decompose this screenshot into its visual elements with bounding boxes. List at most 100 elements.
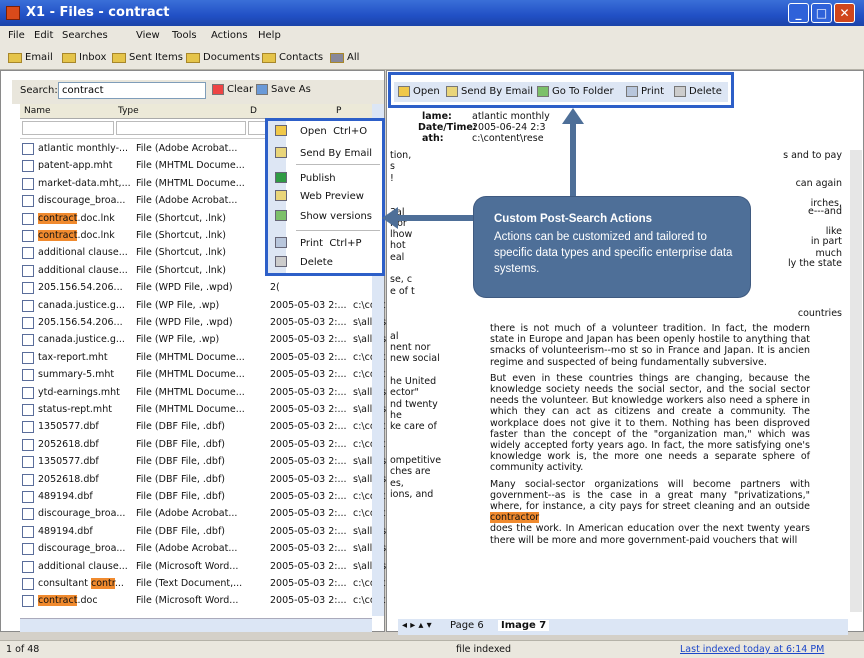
printer-icon — [626, 86, 638, 97]
cell-name: 205.156.54.206... — [38, 317, 123, 328]
table-row[interactable]: ytd-earnings.mht File (MHTML Docume... 200… — [20, 385, 386, 402]
menu-tools[interactable]: Tools — [172, 30, 197, 41]
menu-searches[interactable]: Searches — [62, 30, 108, 41]
doc-fragment: ions, and — [390, 489, 434, 500]
table-row[interactable]: 2052618.dbf File (DBF File, .dbf) 2005-05-… — [20, 437, 385, 454]
menu-edit[interactable]: Edit — [34, 30, 53, 41]
cell-type: File (MHTML Docume... — [136, 160, 245, 172]
folder-icon — [62, 52, 76, 63]
send-by-email-button[interactable]: Send By Email — [446, 86, 533, 97]
file-icon — [22, 299, 34, 312]
go-to-folder-button[interactable]: Go To Folder — [537, 86, 614, 97]
file-icon — [22, 230, 34, 242]
filter-type[interactable] — [116, 121, 246, 135]
cm-send-by-email[interactable]: Send By Email — [300, 148, 372, 159]
menu-file[interactable]: File — [8, 30, 25, 41]
col-name[interactable]: Name — [24, 106, 51, 116]
cm-show-versions[interactable]: Show versions — [300, 211, 372, 222]
table-row[interactable]: consultant contr... File (Text Document,.… — [20, 576, 385, 593]
menu-view[interactable]: View — [136, 30, 160, 41]
callout-arrowhead-left — [382, 207, 398, 229]
cm-publish[interactable]: Publish — [300, 173, 336, 184]
cm-print[interactable]: Print Ctrl+P — [300, 238, 362, 249]
cell-date: 2005-05-03 2:... — [270, 595, 347, 607]
tab-image-7[interactable]: Image 7 — [498, 620, 550, 631]
table-row[interactable]: 205.156.54.206... File (WPD File, .wpd) 2( — [20, 280, 372, 297]
table-row[interactable]: contract.doc File (Microsoft Word... 2005-… — [20, 593, 385, 610]
cell-type: File (WPD File, .wpd) — [136, 282, 233, 294]
column-header — [20, 104, 372, 119]
table-row[interactable]: discourage_broa... File (Adobe Acrobat...… — [20, 541, 386, 558]
qb-all[interactable]: All — [330, 52, 359, 63]
cm-web-preview[interactable]: Web Preview — [300, 191, 364, 202]
meta-date-label: Date/Time: — [418, 122, 477, 133]
table-row[interactable]: 489194.dbf File (DBF File, .dbf) 2005-05-0… — [20, 524, 386, 541]
last-indexed-link[interactable]: Last indexed today at 6:14 PM — [680, 644, 824, 655]
file-icon — [22, 421, 34, 434]
cell-date: 2005-05-03 2:... — [270, 317, 347, 328]
cell-type: File (DBF File, .dbf) — [136, 525, 226, 537]
qb-sent-items[interactable]: Sent Items — [112, 52, 183, 63]
menu-help[interactable]: Help — [258, 30, 281, 41]
doc-fragment: ches are — [390, 466, 431, 478]
cell-name: contract.doc.lnk — [38, 212, 115, 224]
clear-icon — [212, 84, 224, 95]
print-button[interactable]: Print — [626, 86, 664, 97]
qb-email[interactable]: Email — [8, 52, 53, 63]
cell-name: summary-5.mht — [38, 369, 115, 381]
delete-icon — [275, 256, 287, 267]
cell-name: ytd-earnings.mht — [38, 386, 120, 398]
table-row[interactable]: tax-report.mht File (MHTML Docume... 2005-… — [20, 350, 385, 367]
col-date[interactable]: D — [250, 106, 257, 116]
doc-fragment: s — [390, 161, 395, 173]
doc-fragment: he — [390, 409, 402, 421]
left-horizontal-scrollbar[interactable] — [20, 618, 372, 632]
close-button[interactable]: ✕ — [834, 3, 855, 23]
table-row[interactable]: 205.156.54.206... File (WPD File, .wpd) 20… — [20, 315, 386, 332]
table-row[interactable]: 489194.dbf File (DBF File, .dbf) 2005-05-0… — [20, 489, 385, 506]
doc-paragraph: does the work. In American education ove… — [490, 523, 810, 546]
table-row[interactable]: 1350577.dbf File (DBF File, .dbf) 2005-05-… — [20, 419, 385, 436]
table-row[interactable]: status-rept.mht File (MHTML Docume... 2005… — [20, 402, 386, 419]
table-row[interactable]: 1350577.dbf File (DBF File, .dbf) 2005-05-… — [20, 454, 386, 471]
maximize-button[interactable]: □ — [811, 3, 832, 23]
doc-fragment: he United — [390, 376, 437, 387]
cm-delete[interactable]: Delete — [300, 257, 333, 268]
open-button[interactable]: Open — [398, 86, 440, 97]
menu-bar: File Edit Searches View Tools Actions He… — [0, 26, 864, 46]
folder-icon — [186, 52, 200, 63]
tab-nav-arrows[interactable]: ◂ ▸ ▴ ▾ — [402, 620, 432, 631]
preview-scrollbar[interactable] — [850, 150, 862, 612]
table-row[interactable]: 2052618.dbf File (DBF File, .dbf) 2005-05-… — [20, 472, 386, 489]
callout-arrow-up — [570, 120, 576, 200]
doc-fragment: ompetitive — [390, 455, 442, 467]
table-row[interactable]: canada.justice.g... File (WP File, .wp) 20… — [20, 332, 386, 349]
cell-date: 2005-05-03 2:... — [270, 386, 347, 398]
table-row[interactable]: discourage_broa... File (Adobe Acrobat...… — [20, 506, 385, 523]
delete-button[interactable]: Delete — [674, 86, 722, 97]
tab-page-6[interactable]: Page 6 — [450, 620, 484, 631]
menu-actions[interactable]: Actions — [211, 30, 248, 41]
doc-paragraph: But even in these countries things are c… — [490, 372, 810, 474]
clear-button[interactable]: Clear — [212, 84, 253, 95]
table-row[interactable]: additional clause... File (Microsoft Word… — [20, 559, 386, 576]
qb-documents[interactable]: Documents — [186, 52, 260, 63]
cm-open[interactable]: Open Ctrl+O — [300, 126, 367, 137]
cell-type: File (MHTML Docume... — [136, 386, 245, 398]
table-row[interactable]: summary-5.mht File (MHTML Docume... 2005-0… — [20, 367, 385, 384]
filter-name[interactable] — [22, 121, 114, 135]
doc-fragment: s and to pay — [783, 150, 842, 161]
search-input[interactable] — [58, 82, 206, 99]
qb-contacts[interactable]: Contacts — [262, 52, 323, 63]
cell-type: File (Shortcut, .lnk) — [136, 212, 227, 224]
doc-fragment: ly the state — [788, 258, 842, 269]
save-as-button[interactable]: Save As — [256, 84, 311, 95]
go-to-folder-icon — [537, 86, 549, 97]
doc-fragment: in part — [810, 236, 842, 247]
col-path[interactable]: P — [336, 106, 341, 116]
file-icon — [22, 595, 34, 608]
minimize-button[interactable]: _ — [788, 3, 809, 23]
qb-inbox[interactable]: Inbox — [62, 52, 106, 63]
col-type[interactable]: Type — [118, 106, 139, 116]
table-row[interactable]: canada.justice.g... File (WP File, .wp) 20… — [20, 298, 385, 315]
